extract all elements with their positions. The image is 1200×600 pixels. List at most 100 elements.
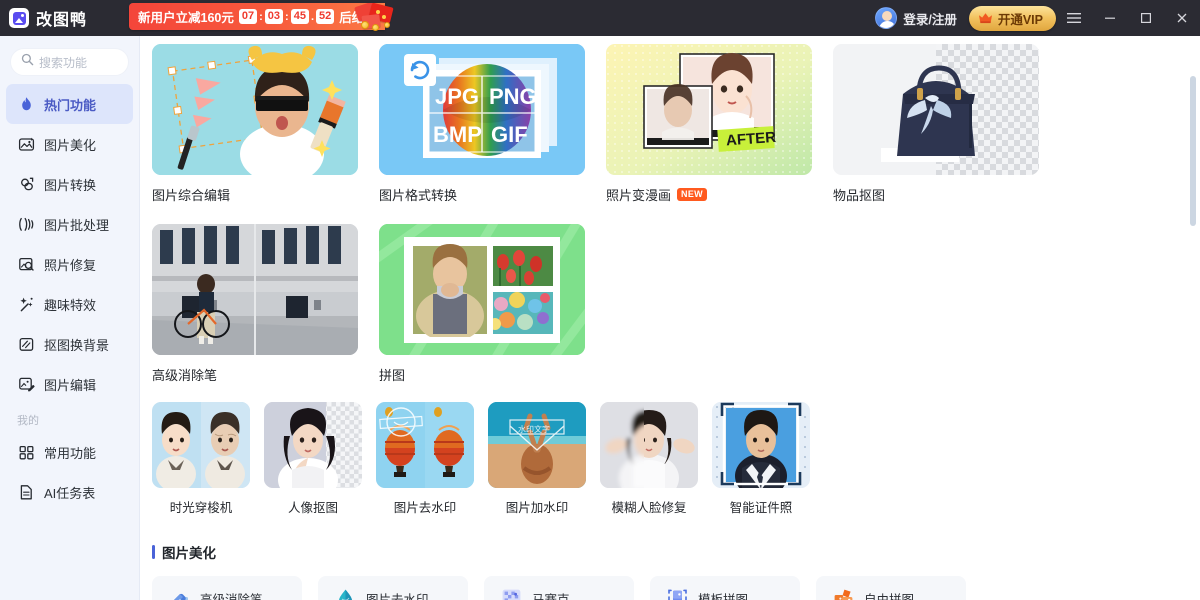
countdown-sep-3: . — [310, 10, 315, 23]
sidebar-item-label: 趣味特效 — [44, 297, 97, 313]
svg-text:PNG: PNG — [489, 84, 537, 109]
title-bar: 改图鸭 新用户立减160元 07 : 03 : 45 . 52 后结束 登录/注… — [0, 0, 1200, 36]
feature-thumbnail: AFTER — [606, 44, 812, 175]
titlebar-right-controls: 登录/注册 开通VIP — [865, 0, 1200, 36]
small-tool-card[interactable]: 智能证件照 — [712, 402, 810, 516]
flame-icon — [17, 95, 35, 113]
feature-thumbnail: JPG PNG BMP GIF — [379, 44, 585, 175]
sidebar-item-cutout-background[interactable]: 抠图换背景 — [6, 324, 133, 364]
tool-button[interactable]: 模板拼图 — [650, 576, 800, 600]
sidebar-item-common-functions[interactable]: 常用功能 — [6, 432, 133, 472]
section-title: 图片美化 — [162, 546, 216, 561]
sidebar-item-label: AI任务表 — [44, 485, 96, 501]
svg-text:水印文字: 水印文字 — [518, 424, 550, 434]
countdown-seconds: 45 — [290, 9, 309, 24]
countdown-hours: 07 — [238, 9, 258, 24]
small-tool-card[interactable]: 时光穿梭机 — [152, 402, 250, 516]
sidebar: 搜索功能 热门功能 图片美化 图片转换 图片批处理 照片修复 趣味特效 抠图换背… — [0, 36, 140, 600]
sidebar-item-fun-effects[interactable]: 趣味特效 — [6, 284, 133, 324]
small-tool-title: 模糊人脸修复 — [611, 501, 687, 515]
svg-text:AFTER: AFTER — [725, 129, 776, 149]
tool-button-label: 图片去水印 — [366, 592, 429, 600]
tool-button[interactable]: 自由拼图 — [816, 576, 966, 600]
maximize-icon[interactable] — [1128, 0, 1164, 36]
tool-button-label: 高级消除笔 — [200, 592, 263, 600]
batch-icon — [17, 215, 35, 233]
promo-text: 新用户立减160元 — [138, 11, 234, 25]
svg-text:GIF: GIF — [491, 122, 528, 147]
sidebar-item-label: 照片修复 — [44, 257, 97, 273]
small-tool-card[interactable]: 模糊人脸修复 — [600, 402, 698, 516]
new-badge: NEW — [677, 188, 707, 201]
feature-card-title-row: 拼图 — [379, 365, 585, 384]
scrollbar-track[interactable] — [1190, 76, 1196, 600]
small-tool-title: 图片加水印 — [505, 501, 569, 515]
cutout-background-icon — [17, 335, 35, 353]
tool-button-label: 模板拼图 — [698, 592, 749, 600]
small-tool-card[interactable]: 图片去水印 — [376, 402, 474, 516]
sidebar-group-label: 我的 — [17, 415, 39, 427]
feature-card[interactable]: 高级消除笔 — [152, 224, 358, 384]
small-tool-thumbnail: 水印文字 — [488, 402, 586, 488]
sidebar-item-ai-task-list[interactable]: AI任务表 — [6, 472, 133, 512]
feature-card[interactable]: AFTER 照片变漫画 NEW — [606, 44, 812, 204]
close-icon[interactable] — [1164, 0, 1200, 36]
feature-card-title: 图片综合编辑 — [152, 188, 231, 203]
crown-icon — [978, 12, 993, 25]
feature-card[interactable]: 图片综合编辑 — [152, 44, 358, 204]
small-tool-card[interactable]: 人像抠图 — [264, 402, 362, 516]
section-tool-row: 高级消除笔 图片去水印 马赛克 模板拼图 自由拼图 — [152, 576, 1200, 600]
search-input[interactable]: 搜索功能 — [10, 48, 129, 76]
feature-card-title: 拼图 — [379, 368, 406, 383]
section-accent-bar — [152, 545, 155, 559]
feature-card-title-row: 图片格式转换 — [379, 185, 585, 204]
small-tool-card[interactable]: 水印文字 图片加水印 — [488, 402, 586, 516]
feature-thumbnail — [152, 224, 358, 355]
small-tool-thumbnail — [152, 402, 250, 488]
small-tool-row: 时光穿梭机 人像抠图 图片去水印 水印文字 图片加水印 模糊人脸修复 智能证件照 — [152, 402, 1200, 516]
tool-button-label: 马赛克 — [532, 592, 570, 600]
hamburger-menu-icon[interactable] — [1056, 0, 1092, 36]
sidebar-item-label: 图片批处理 — [44, 217, 110, 233]
scrollbar-thumb[interactable] — [1190, 76, 1196, 226]
tool-button[interactable]: 高级消除笔 — [152, 576, 302, 600]
water-drop-icon — [335, 588, 356, 600]
sidebar-item-image-convert[interactable]: 图片转换 — [6, 164, 133, 204]
promo-banner[interactable]: 新用户立减160元 07 : 03 : 45 . 52 后结束 — [129, 3, 385, 30]
feature-card[interactable]: JPG PNG BMP GIF 图片格式转换 — [379, 44, 585, 204]
sidebar-item-photo-repair[interactable]: 照片修复 — [6, 244, 133, 284]
open-vip-button[interactable]: 开通VIP — [968, 5, 1056, 31]
feature-card-title: 照片变漫画 — [606, 188, 672, 203]
main-content: 图片综合编辑 JPG PNG BMP GIF 图片格式转换 AFTER 照片变漫… — [140, 36, 1200, 600]
mosaic-icon — [501, 588, 522, 600]
red-envelope-decoration — [352, 3, 404, 31]
sidebar-item-hot[interactable]: 热门功能 — [6, 84, 133, 124]
svg-text:JPG: JPG — [435, 84, 479, 109]
small-tool-thumbnail — [376, 402, 474, 488]
feature-card-title-row: 照片变漫画 NEW — [606, 185, 812, 204]
minimize-icon[interactable] — [1092, 0, 1128, 36]
sidebar-item-batch-process[interactable]: 图片批处理 — [6, 204, 133, 244]
feature-card-title: 图片格式转换 — [379, 188, 458, 203]
app-logo-icon — [9, 8, 29, 28]
countdown-sep-2: : — [285, 10, 289, 23]
avatar — [875, 7, 898, 29]
small-tool-title: 时光穿梭机 — [169, 501, 233, 515]
tool-button[interactable]: 马赛克 — [484, 576, 634, 600]
sidebar-item-label: 图片编辑 — [44, 377, 97, 393]
grid-icon — [17, 443, 35, 461]
feature-card-title-row: 图片综合编辑 — [152, 185, 358, 204]
feature-card[interactable]: 拼图 — [379, 224, 585, 384]
small-tool-thumbnail — [600, 402, 698, 488]
feature-thumbnail — [379, 224, 585, 355]
sidebar-item-image-beautify[interactable]: 图片美化 — [6, 124, 133, 164]
login-register-button[interactable]: 登录/注册 — [865, 0, 966, 36]
sidebar-item-image-edit[interactable]: 图片编辑 — [6, 364, 133, 404]
sidebar-item-label: 图片转换 — [44, 177, 97, 193]
tool-button[interactable]: 图片去水印 — [318, 576, 468, 600]
feature-thumbnail — [152, 44, 358, 175]
tool-button-label: 自由拼图 — [864, 592, 915, 600]
sidebar-item-label: 抠图换背景 — [44, 337, 110, 353]
feature-card[interactable]: 物品抠图 — [833, 44, 1039, 204]
feature-card-title: 物品抠图 — [833, 188, 886, 203]
